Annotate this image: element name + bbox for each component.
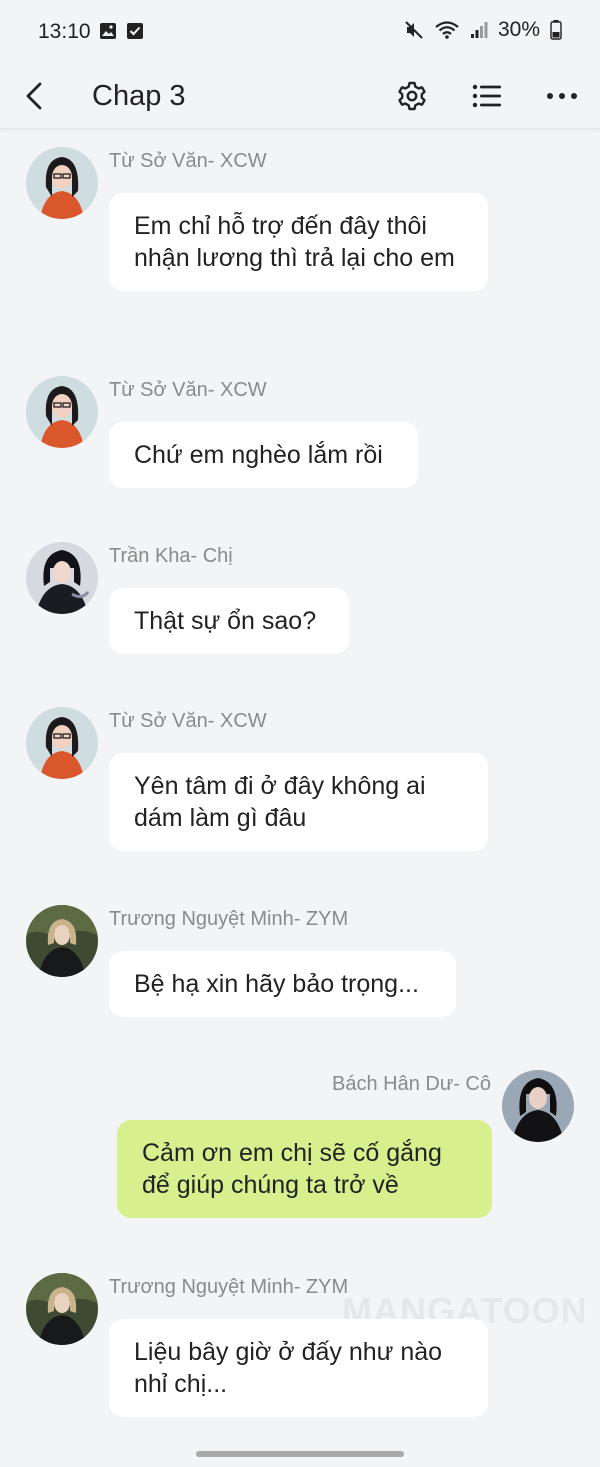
- gallery-icon: [100, 23, 116, 39]
- more-options-button[interactable]: [540, 74, 584, 118]
- sender-name: Từ Sở Văn- XCW: [109, 710, 267, 732]
- home-indicator[interactable]: [196, 1451, 404, 1457]
- sender-name: Bách Hân Dư- Cô: [331, 1073, 491, 1095]
- avatar[interactable]: [26, 707, 98, 779]
- sender-name: Từ Sở Văn- XCW: [109, 379, 267, 401]
- avatar[interactable]: [26, 542, 98, 614]
- wifi-icon: [435, 21, 459, 39]
- signal-icon: [470, 22, 488, 38]
- chapter-list-button[interactable]: [465, 74, 509, 118]
- settings-button[interactable]: [390, 74, 434, 118]
- avatar[interactable]: [26, 376, 98, 448]
- list-icon: [472, 84, 501, 108]
- message-bubble[interactable]: Em chỉ hỗ trợ đến đây thôi nhận lương th…: [109, 193, 488, 291]
- message-bubble[interactable]: Bệ hạ xin hãy bảo trọng...: [109, 951, 456, 1017]
- message-bubble[interactable]: Cảm ơn em chị sẽ cố gắng để giúp chúng t…: [117, 1120, 492, 1218]
- battery-percent: 30%: [497, 18, 540, 41]
- avatar[interactable]: [26, 1273, 98, 1345]
- page-title: Chap 3: [92, 80, 186, 112]
- sender-name: Trương Nguyệt Minh- ZYM: [109, 1276, 349, 1298]
- avatar[interactable]: [26, 905, 98, 977]
- avatar[interactable]: [502, 1070, 574, 1142]
- message-bubble[interactable]: Thật sự ổn sao?: [109, 588, 349, 654]
- status-bar: 13:10 30%: [0, 0, 600, 64]
- avatar[interactable]: [26, 147, 98, 219]
- message-bubble[interactable]: Chứ em nghèo lắm rồi: [109, 422, 418, 488]
- sender-name: Từ Sở Văn- XCW: [109, 150, 267, 172]
- app-bar: Chap 3: [0, 64, 600, 129]
- more-icon: [547, 93, 577, 99]
- sender-name: Trần Kha- Chị: [109, 545, 233, 567]
- back-icon: [26, 82, 42, 110]
- message-bubble[interactable]: Yên tâm đi ở đây không ai dám làm gì đâu: [109, 753, 488, 851]
- status-right: 30%: [404, 18, 562, 42]
- checkbox-icon: [127, 23, 143, 39]
- status-time: 13:10: [38, 20, 91, 43]
- battery-icon: [550, 20, 562, 40]
- mute-icon: [405, 21, 423, 39]
- sender-name: Trương Nguyệt Minh- ZYM: [109, 908, 349, 930]
- back-button[interactable]: [14, 74, 54, 118]
- gear-icon: [398, 81, 426, 111]
- message-bubble[interactable]: Liệu bây giờ ở đấy như nào nhỉ chị...: [109, 1319, 488, 1417]
